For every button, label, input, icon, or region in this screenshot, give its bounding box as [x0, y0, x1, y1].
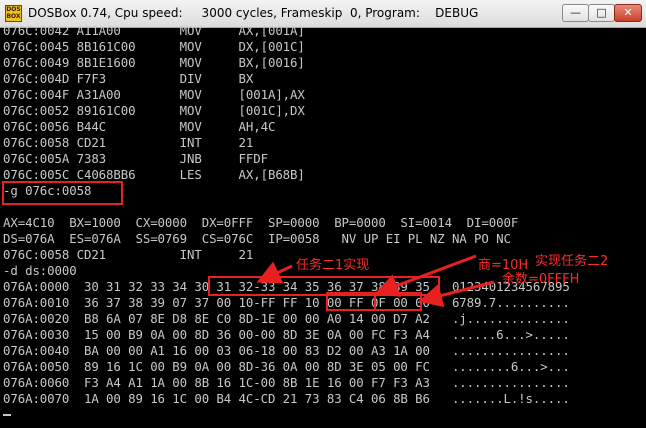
register-line: DS=076A ES=076A SS=0769 CS=076C IP=0058 …	[3, 231, 511, 246]
console-line: 076C:0042 A11A00 MOV AX,[001A]	[3, 23, 305, 38]
task21-annotation: 任务二1实现	[296, 258, 370, 273]
remainder-highlight-box	[374, 292, 422, 311]
window-title: DOSBox 0.74, Cpu speed: 3000 cycles, Fra…	[28, 6, 479, 20]
dump-line: 076A:0070 1A 00 89 16 1C 00 B4 4C-CD 21 …	[3, 391, 570, 406]
console-line: 076C:005A 7383 JNB FFDF	[3, 151, 268, 166]
dump-line: 076A:0030 15 00 B9 0A 00 8D 36 00-00 8D …	[3, 327, 570, 342]
dump-line: 076A:0040 BA 00 00 A1 16 00 03 06-18 00 …	[3, 343, 570, 358]
dosbox-app-icon[interactable]: DOS BOX	[5, 5, 22, 22]
console-screen[interactable]: 076C:0042 A11A00 MOV AX,[001A] 076C:0045…	[0, 23, 646, 428]
command-highlight-box	[2, 181, 123, 205]
remainder-annotation: 余数=0FFFH	[502, 272, 580, 287]
dump-line: 076A:0020 B8 6A 07 8E D8 8E C0 8D-1E 00 …	[3, 311, 570, 326]
minimize-button[interactable]: —	[562, 4, 589, 22]
console-line: 076C:004F A31A00 MOV [001A],AX	[3, 87, 305, 102]
console-line: 076C:0056 B44C MOV AH,4C	[3, 119, 276, 134]
quotient-highlight-box	[326, 292, 376, 311]
dump-line: 076A:0060 F3 A4 A1 1A 00 8B 16 1C-00 8B …	[3, 375, 570, 390]
console-command: -d ds:0000	[3, 263, 77, 278]
console-line: 076C:0058 CD21 INT 21	[3, 135, 254, 150]
dump-line: 076A:0050 89 16 1C 00 B9 0A 00 8D-36 0A …	[3, 359, 570, 374]
close-button[interactable]: ✕	[614, 4, 642, 22]
console-line: 076C:0045 8B161C00 MOV DX,[001C]	[3, 39, 305, 54]
task22-annotation: 实现任务二2	[535, 254, 609, 269]
console-line: 076C:004D F7F3 DIV BX	[3, 71, 254, 86]
console-line: 076C:0049 8B1E1600 MOV BX,[0016]	[3, 55, 305, 70]
console-line: 076C:0058 CD21 INT 21	[3, 247, 254, 262]
dump-line: 076A:0010 36 37 38 39 07 37 00 10-FF FF …	[3, 295, 570, 310]
text-cursor	[3, 414, 11, 416]
register-line: AX=4C10 BX=1000 CX=0000 DX=0FFF SP=0000 …	[3, 215, 519, 230]
maximize-button[interactable]: □	[588, 4, 615, 22]
console-line: 076C:0052 89161C00 MOV [001C],DX	[3, 103, 305, 118]
